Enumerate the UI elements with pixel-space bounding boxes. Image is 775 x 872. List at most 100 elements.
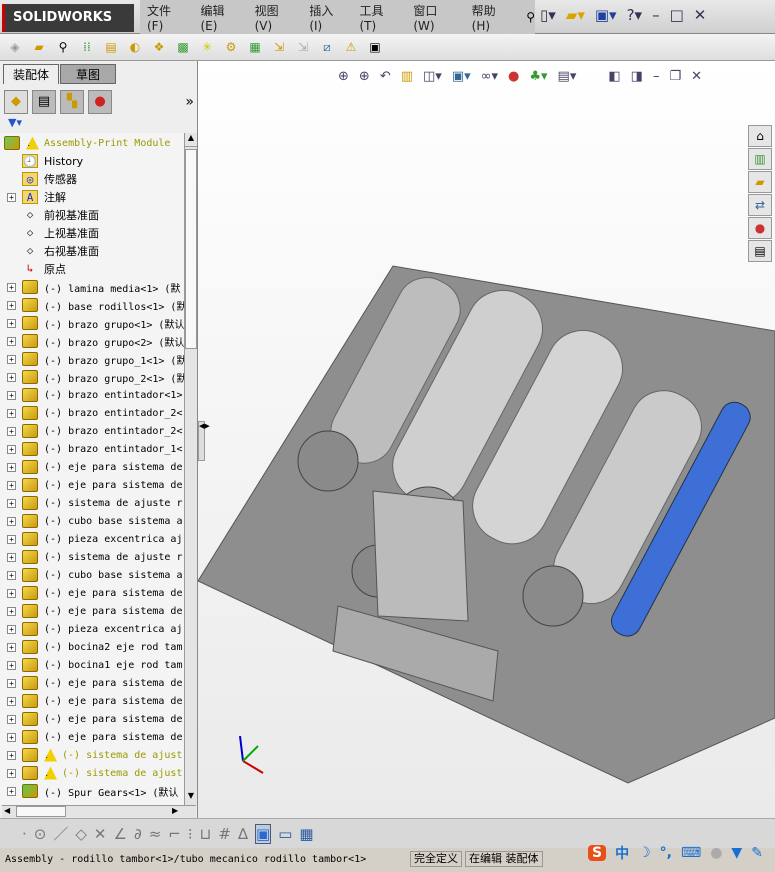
- expand-icon[interactable]: +: [7, 696, 16, 706]
- expand-icon[interactable]: +: [7, 786, 16, 796]
- sogou-logo-icon[interactable]: S: [588, 845, 607, 861]
- expand-icon[interactable]: +: [7, 354, 16, 364]
- tree-component[interactable]: + (-) brazo entintador_2<: [0, 404, 184, 422]
- scroll-up-icon[interactable]: ▲: [185, 133, 197, 147]
- expand-icon[interactable]: +: [7, 498, 16, 508]
- expand-icon[interactable]: +: [7, 516, 16, 526]
- tree-component[interactable]: + (-) cubo base sistema a: [0, 512, 184, 530]
- menu-item[interactable]: 插入(I): [302, 2, 352, 33]
- angle-measure-icon[interactable]: ∆: [238, 825, 248, 843]
- reference-geometry-icon[interactable]: ✳: [198, 38, 216, 56]
- exploded-view-icon[interactable]: ⇲: [270, 38, 288, 56]
- expand-icon[interactable]: +: [7, 624, 16, 634]
- tree-root[interactable]: ! Assembly-Print Module: [0, 134, 184, 152]
- menu-item[interactable]: 视图(V): [248, 2, 303, 33]
- file-explorer-icon[interactable]: ▰: [748, 171, 772, 193]
- design-library-icon[interactable]: ▥: [748, 148, 772, 170]
- scroll-thumb[interactable]: [185, 149, 197, 349]
- edit-component-icon[interactable]: ◈: [6, 38, 24, 56]
- mate-icon[interactable]: ⚲: [54, 38, 72, 56]
- move-component-icon[interactable]: ◐: [126, 38, 144, 56]
- window-icon[interactable]: ▭: [278, 825, 292, 843]
- explode-line-sketch-icon[interactable]: ⇲: [294, 38, 312, 56]
- tree-item[interactable]: ◇ 前视基准面: [0, 206, 184, 224]
- tab-assembly[interactable]: 装配体: [3, 64, 59, 84]
- show-hidden-icon[interactable]: ❖: [150, 38, 168, 56]
- pin-icon[interactable]: ⚲: [526, 10, 535, 24]
- tree-component[interactable]: + (-) pieza excentrica aj: [0, 620, 184, 638]
- offset-icon[interactable]: ≈: [149, 825, 162, 843]
- appearances-icon[interactable]: ●: [748, 217, 772, 239]
- bill-of-materials-icon[interactable]: ▦: [246, 38, 264, 56]
- custom-properties-icon[interactable]: ▤: [748, 240, 772, 262]
- shaded-view-icon[interactable]: ▣: [255, 823, 272, 844]
- tree-item[interactable]: ◎ 传感器: [0, 170, 184, 188]
- tree-item[interactable]: ◇ 上视基准面: [0, 224, 184, 242]
- tree-component[interactable]: + (-) brazo entintador<1>: [0, 386, 184, 404]
- tree-component[interactable]: + (-) brazo grupo<1> (默认: [0, 314, 184, 332]
- circle-icon[interactable]: ⊙: [34, 825, 47, 843]
- tree-component[interactable]: + (-) base rodillos<1> (默: [0, 296, 184, 314]
- tree-component[interactable]: + (-) brazo grupo_1<1> (默: [0, 350, 184, 368]
- tree-vertical-scrollbar[interactable]: ▲ ▼: [184, 133, 197, 805]
- tree-component[interactable]: + (-) brazo grupo_2<1> (默: [0, 368, 184, 386]
- corner-icon[interactable]: ⌐: [168, 825, 181, 843]
- fillet-icon[interactable]: ∂: [134, 825, 142, 843]
- tree-component[interactable]: + (-) bocina2 eje rod tam: [0, 638, 184, 656]
- table-icon[interactable]: ▦: [299, 825, 313, 843]
- featuremanager-tab-icon[interactable]: ◆: [4, 90, 28, 114]
- insert-component-icon[interactable]: ▰: [30, 38, 48, 56]
- tree-item[interactable]: + A 注解: [0, 188, 184, 206]
- expand-icon[interactable]: +: [7, 732, 16, 742]
- expand-panel-button[interactable]: »: [185, 94, 194, 110]
- grid-icon[interactable]: #: [218, 825, 231, 843]
- instant3d-icon[interactable]: ▣: [366, 38, 384, 56]
- tree-component[interactable]: + (-) brazo entintador_1<: [0, 440, 184, 458]
- graphics-viewport[interactable]: ⊕ ⊕ ↶ ▥ ◫▾ ▣▾ ∞▾ ● ♣▾ ▤▾ ◧ ◨ – ❐ ✕ ◀▶ ⌂ …: [198, 61, 775, 818]
- minimize-icon[interactable]: –: [652, 6, 660, 24]
- view-palette-icon[interactable]: ⇄: [748, 194, 772, 216]
- expand-icon[interactable]: +: [7, 390, 16, 400]
- tree-component[interactable]: + (-) brazo entintador_2<: [0, 422, 184, 440]
- hscroll-thumb[interactable]: [16, 806, 66, 817]
- menu-item[interactable]: 编辑(E): [193, 2, 247, 33]
- polygon-icon[interactable]: ◇: [75, 825, 87, 843]
- expand-icon[interactable]: +: [7, 192, 16, 202]
- expand-icon[interactable]: +: [7, 462, 16, 472]
- tree-component[interactable]: + (-) eje para sistema de: [0, 674, 184, 692]
- construction-icon[interactable]: ⁝: [188, 825, 193, 843]
- expand-icon[interactable]: +: [7, 552, 16, 562]
- tab-sketch[interactable]: 草图: [60, 64, 116, 84]
- tree-item[interactable]: ◇ 右视基准面: [0, 242, 184, 260]
- settings-wrench-icon[interactable]: ✎: [751, 845, 763, 861]
- tree-item[interactable]: 🕘 History: [0, 152, 184, 170]
- maximize-icon[interactable]: □: [670, 6, 684, 24]
- expand-icon[interactable]: +: [7, 642, 16, 652]
- point-icon[interactable]: ·: [22, 825, 27, 843]
- menu-item[interactable]: 工具(T): [352, 2, 406, 33]
- keyboard-icon[interactable]: ⌨: [681, 845, 701, 861]
- expand-icon[interactable]: +: [7, 480, 16, 490]
- smart-fasteners-icon[interactable]: ▤: [102, 38, 120, 56]
- dimension-icon[interactable]: ⊔: [200, 825, 212, 843]
- displaymanager-tab-icon[interactable]: ●: [88, 90, 112, 114]
- expand-icon[interactable]: +: [7, 372, 16, 382]
- save-icon[interactable]: ▣▾: [595, 6, 617, 24]
- tree-component[interactable]: +! (-) sistema de ajust: [0, 764, 184, 782]
- close-icon[interactable]: ✕: [694, 6, 707, 24]
- expand-icon[interactable]: +: [7, 660, 16, 670]
- expand-icon[interactable]: +: [7, 408, 16, 418]
- interference-detection-icon[interactable]: ⧄: [318, 38, 336, 56]
- open-folder-icon[interactable]: ▰▾: [566, 6, 585, 24]
- menu-item[interactable]: 文件(F): [140, 2, 193, 33]
- tree-component[interactable]: + (-) sistema de ajuste r: [0, 548, 184, 566]
- new-motion-study-icon[interactable]: ⚙: [222, 38, 240, 56]
- tree-component[interactable]: + (-) eje para sistema de: [0, 602, 184, 620]
- new-document-icon[interactable]: ▯▾: [540, 6, 556, 24]
- expand-icon[interactable]: +: [7, 588, 16, 598]
- expand-icon[interactable]: +: [7, 714, 16, 724]
- tree-component[interactable]: + (-) pieza excentrica aj: [0, 530, 184, 548]
- expand-icon[interactable]: +: [7, 426, 16, 436]
- tree-component[interactable]: + (-) eje para sistema de: [0, 458, 184, 476]
- angle-icon[interactable]: ∠: [114, 825, 127, 843]
